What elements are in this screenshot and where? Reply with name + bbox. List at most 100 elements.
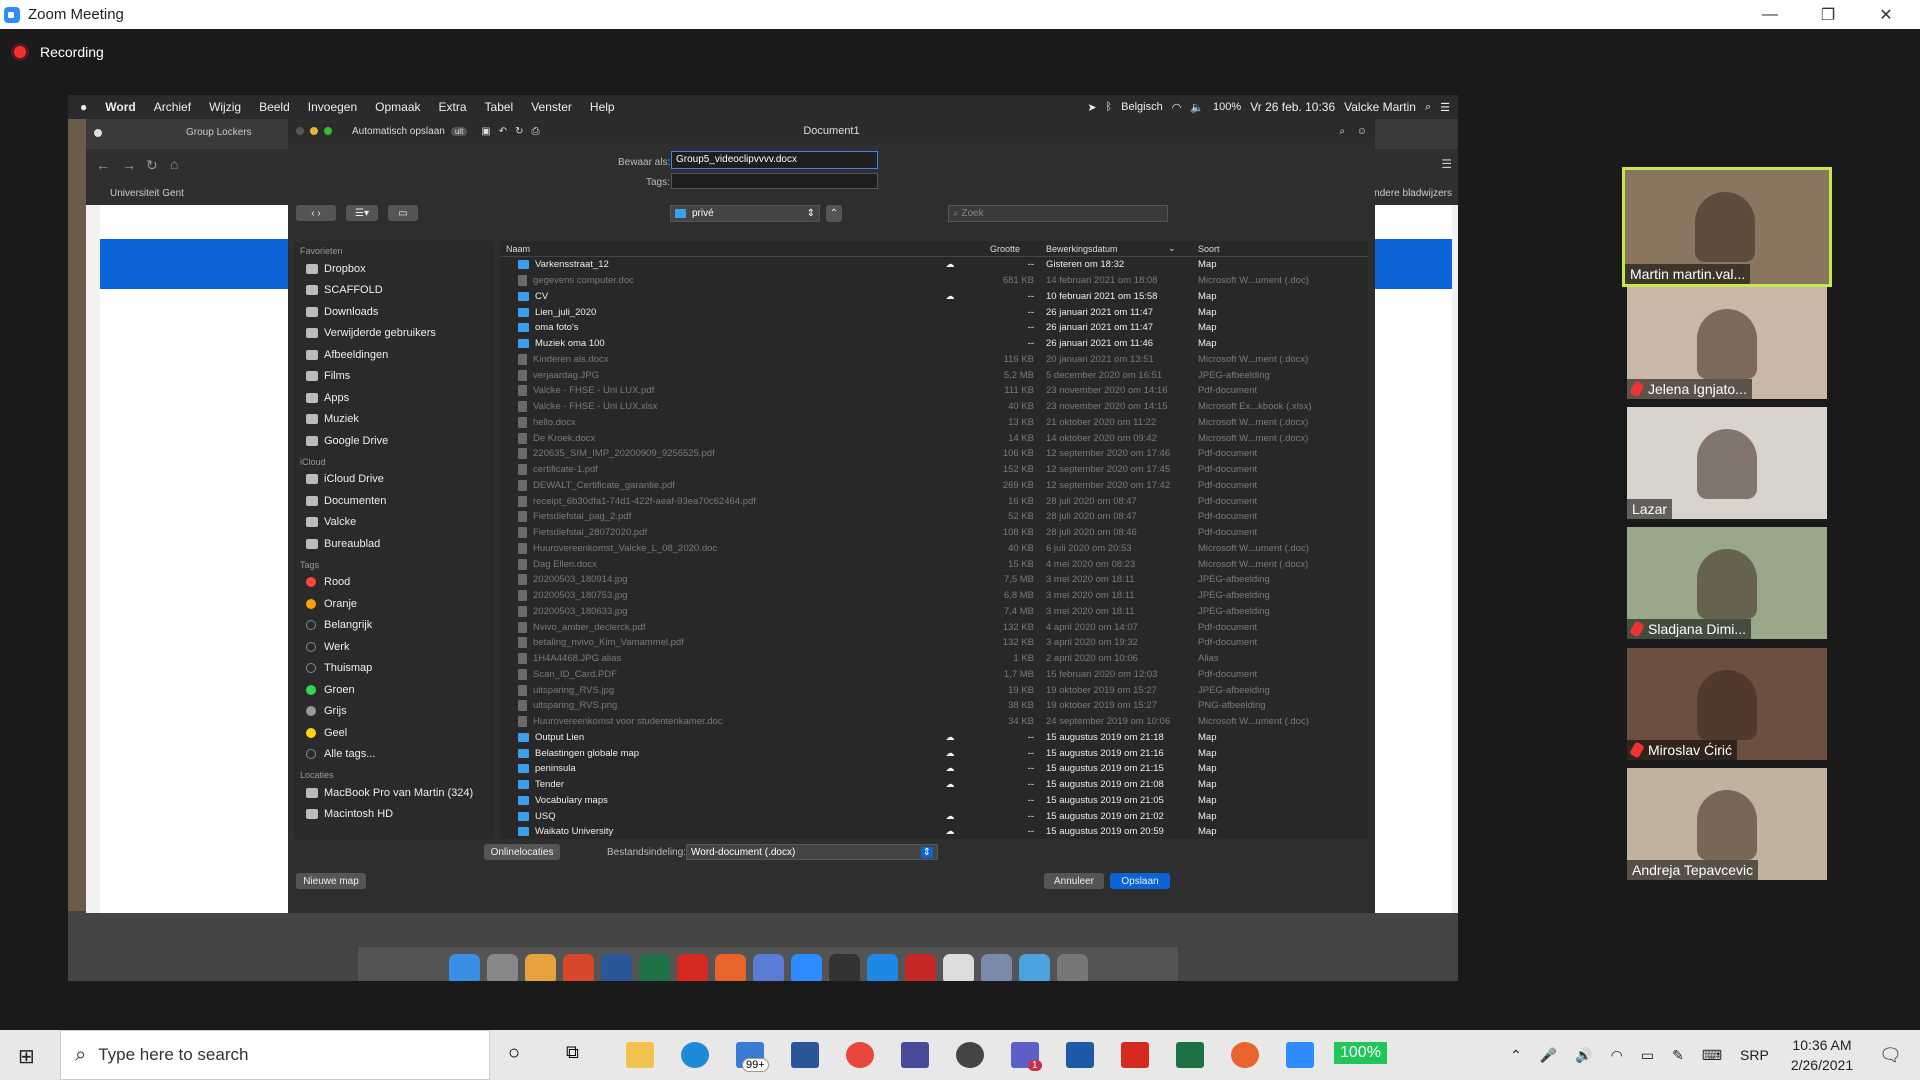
file-row[interactable]: oma foto's -- 26 januari 2021 om 11:47 Map xyxy=(500,320,1368,336)
acrobat-icon[interactable] xyxy=(1121,1042,1149,1068)
sidebar-tag[interactable]: Belangrijk xyxy=(294,615,494,637)
file-row[interactable]: peninsula ☁ -- 15 augustus 2019 om 21:15 Map xyxy=(500,761,1368,777)
file-row[interactable]: uitsparing_RVS.jpg 19 KB 19 oktober 2019 o… xyxy=(500,682,1368,698)
file-row[interactable]: Fietsdiefstal_28072020.pdf 108 KB 28 juli … xyxy=(500,525,1368,541)
col-kind[interactable]: Soort xyxy=(1198,244,1358,254)
downloads-folder-icon[interactable] xyxy=(1018,953,1050,981)
sidebar-item-locations[interactable]: MacBook Pro van Martin (324) xyxy=(294,782,494,804)
zoom-app-icon[interactable] xyxy=(1286,1042,1314,1068)
word-icon[interactable] xyxy=(600,953,632,981)
file-row[interactable]: 20200503_180753.jpg 6,8 MB 3 mei 2020 om 1… xyxy=(500,588,1368,604)
browser-menu-icon[interactable]: ☰ xyxy=(1441,157,1452,171)
file-row[interactable]: Nvivo_amber_declerck.pdf 132 KB 4 april 20… xyxy=(500,619,1368,635)
language-indicator[interactable]: SRP xyxy=(1740,1047,1769,1063)
sidebar-item-icloud[interactable]: Bureaublad xyxy=(294,533,494,555)
sidebar-tag[interactable]: Rood xyxy=(294,572,494,594)
sidebar-tag[interactable]: Groen xyxy=(294,679,494,701)
file-row[interactable]: Muziek oma 100 -- 26 januari 2021 om 11:46… xyxy=(500,336,1368,352)
file-row[interactable]: Fietsdiefstal_pag_2.pdf 52 KB 28 juli 2020… xyxy=(500,509,1368,525)
sidebar-tag[interactable]: Geel xyxy=(294,722,494,744)
menu-wijzig[interactable]: Wijzig xyxy=(209,100,241,114)
sidebar-tag[interactable]: Grijs xyxy=(294,701,494,723)
file-row[interactable]: certificate-1.pdf 152 KB 12 september 2020… xyxy=(500,462,1368,478)
keyboard-layout[interactable]: Belgisch xyxy=(1121,101,1163,113)
redo-icon[interactable]: ↻ xyxy=(515,126,523,137)
sidebar-item-favorites[interactable]: Dropbox xyxy=(294,258,494,280)
cortana-icon[interactable]: ○ xyxy=(508,1042,520,1065)
file-row[interactable]: 220635_SIM_IMP_20200909_9256525.pdf 106 K… xyxy=(500,446,1368,462)
mic-icon[interactable]: 🎤 xyxy=(1540,1047,1557,1064)
cancel-button[interactable]: Annuleer xyxy=(1044,873,1104,889)
file-row[interactable]: De Kroek.docx 14 KB 14 oktober 2020 om 09:… xyxy=(500,430,1368,446)
file-row[interactable]: 20200503_180633.jpg 7,4 MB 3 mei 2020 om 1… xyxy=(500,604,1368,620)
file-row[interactable]: Scan_ID_Card.PDF 1,7 MB 15 februari 2020 o… xyxy=(500,667,1368,683)
file-row[interactable]: 1H4A4468.JPG alias 1 KB 2 april 2020 om 10… xyxy=(500,651,1368,667)
tray-chevron-icon[interactable]: ⌃ xyxy=(1510,1047,1522,1064)
filename-input[interactable]: Group5_videoclipvvvv.docx xyxy=(671,151,878,169)
file-row[interactable]: Kinderen als.docx 116 KB 20 januari 2021 o… xyxy=(500,352,1368,368)
file-row[interactable]: receipt_6b30dfa1-74d1-422f-aeaf-93ea70c6… xyxy=(500,493,1368,509)
menu-opmaak[interactable]: Opmaak xyxy=(375,100,420,114)
taskbar-search[interactable]: ⌕ Type here to search xyxy=(60,1030,490,1080)
photos-icon[interactable] xyxy=(524,953,556,981)
sidebar-item-favorites[interactable]: Apps xyxy=(294,387,494,409)
icloud-download-icon[interactable]: ☁ xyxy=(920,779,980,790)
word-min-dot-icon[interactable] xyxy=(310,127,318,135)
sidebar-item-favorites[interactable]: Afbeeldingen xyxy=(294,344,494,366)
sidebar-item-favorites[interactable]: Muziek xyxy=(294,409,494,431)
new-folder-icon[interactable]: ▭ xyxy=(388,205,418,221)
location-popup[interactable]: privé ⇕ xyxy=(670,205,820,222)
sidebar-item-locations[interactable]: Macintosh HD xyxy=(294,804,494,826)
pen-icon[interactable]: ✎ xyxy=(1672,1047,1684,1064)
file-row[interactable]: Lien_juli_2020 -- 26 januari 2021 om 11:47… xyxy=(500,304,1368,320)
firefox-icon[interactable] xyxy=(1231,1042,1259,1068)
acrobat-icon[interactable] xyxy=(676,953,708,981)
file-row[interactable]: Tender ☁ -- 15 augustus 2019 om 21:08 Map xyxy=(500,777,1368,793)
speaker-icon[interactable]: 🔊 xyxy=(1575,1047,1592,1064)
icloud-download-icon[interactable]: ☁ xyxy=(920,259,980,270)
file-row[interactable]: betaling_nvivo_Kim_Vamammel.pdf 132 KB 3 a… xyxy=(500,635,1368,651)
browser-tab[interactable]: Group Lockers xyxy=(186,127,252,138)
word-max-dot-icon[interactable] xyxy=(324,127,332,135)
menu-venster[interactable]: Venster xyxy=(531,100,572,114)
minimize-button[interactable]: — xyxy=(1741,0,1799,29)
word-search-icon[interactable]: ⌕ xyxy=(1339,126,1345,137)
sidebar-item-favorites[interactable]: Films xyxy=(294,366,494,388)
notifications-icon[interactable]: 🗨 xyxy=(1879,1045,1902,1066)
mail-icon[interactable] xyxy=(752,953,784,981)
chart-app-icon[interactable] xyxy=(1066,1042,1094,1068)
autosave-toggle[interactable]: uit xyxy=(450,126,468,136)
icloud-download-icon[interactable]: ☁ xyxy=(920,763,980,774)
col-name[interactable]: Naam xyxy=(500,244,920,254)
share-person-icon[interactable]: ☺ xyxy=(1357,126,1367,137)
edge-icon[interactable] xyxy=(681,1042,709,1068)
sidebar-item-icloud[interactable]: Documenten xyxy=(294,490,494,512)
bookmark-ugent[interactable]: Universiteit Gent xyxy=(110,188,184,199)
back-icon[interactable]: ← xyxy=(96,157,110,173)
reload-icon[interactable]: ↻ xyxy=(146,157,158,174)
excel-icon[interactable] xyxy=(638,953,670,981)
menu-invoegen[interactable]: Invoegen xyxy=(308,100,357,114)
tray-clock[interactable]: 10:36 AM 2/26/2021 xyxy=(1791,1035,1853,1075)
file-row[interactable]: Huurovereenkomst voor studentenkamer.doc… xyxy=(500,714,1368,730)
notepad-icon[interactable] xyxy=(901,1042,929,1068)
participant-tile[interactable]: Andreja Tepavcevic xyxy=(1627,767,1827,880)
file-row[interactable]: Vocabulary maps -- 15 augustus 2019 om 21:… xyxy=(500,793,1368,809)
view-toggle[interactable]: ☰▾ xyxy=(346,205,378,221)
file-row[interactable]: Valcke - FHSE - Uni LUX.pdf 111 KB 23 nove… xyxy=(500,383,1368,399)
file-row[interactable]: Belastingen globale map ☁ -- 15 augustus 20… xyxy=(500,745,1368,761)
menu-archief[interactable]: Archief xyxy=(154,100,191,114)
sidebar-tag[interactable]: Oranje xyxy=(294,593,494,615)
online-locations-button[interactable]: Onlinelocaties xyxy=(484,844,560,860)
file-row[interactable]: Dag Ellen.docx 15 KB 4 mei 2020 om 08:23 Mi… xyxy=(500,556,1368,572)
chrome-icon[interactable] xyxy=(846,1042,874,1068)
bookmark-other[interactable]: Andere bladwijzers xyxy=(1368,188,1453,199)
file-row[interactable]: verjaardag.JPG 5,2 MB 5 december 2020 om 1… xyxy=(500,367,1368,383)
icloud-download-icon[interactable]: ☁ xyxy=(920,826,980,837)
menu-word[interactable]: Word xyxy=(105,100,135,114)
file-row[interactable]: uitsparing_RVS.png 38 KB 19 oktober 2019 o… xyxy=(500,698,1368,714)
zoom-icon[interactable] xyxy=(790,953,822,981)
forward-icon[interactable]: → xyxy=(122,157,136,173)
network-icon[interactable]: ◠ xyxy=(1611,1047,1623,1064)
restore-button[interactable]: ❐ xyxy=(1799,0,1857,29)
